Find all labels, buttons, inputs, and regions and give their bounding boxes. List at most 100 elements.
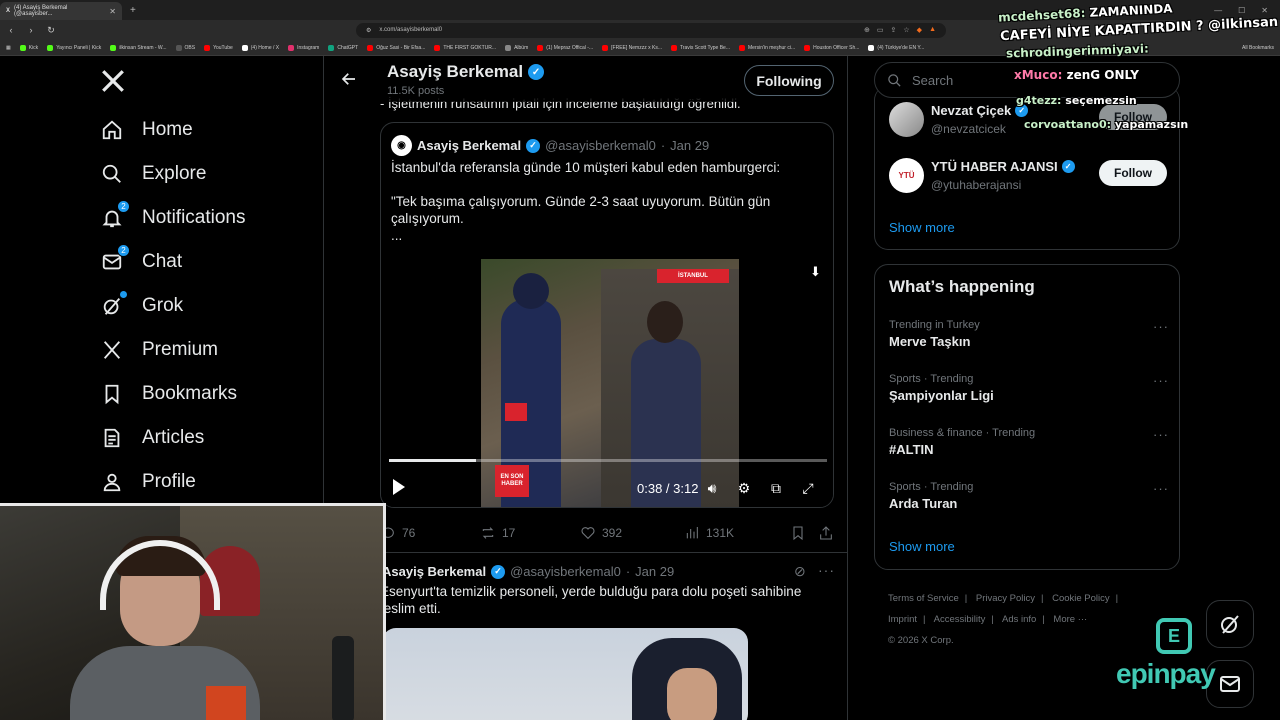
trends-show-more-link[interactable]: Show more	[889, 539, 955, 554]
bookmark-star-icon[interactable]: ☆	[903, 26, 909, 34]
bookmark-favicon-icon	[739, 44, 746, 51]
post-image[interactable]	[382, 628, 748, 720]
back-arrow-icon[interactable]	[340, 70, 358, 93]
bookmark-item[interactable]: Instagram	[288, 44, 319, 51]
share-icon[interactable]: ⇪	[891, 26, 897, 34]
nav-grok[interactable]: Grok	[100, 284, 183, 328]
footer-link[interactable]: Ads info	[1002, 614, 1036, 625]
post-author-name[interactable]: Asayiş Berkemal	[382, 564, 486, 579]
back-icon[interactable]: ‹	[6, 25, 16, 35]
bookmark-item[interactable]: Mersin'in meşhur ci...	[739, 44, 795, 51]
bookmark-item[interactable]: ilkinsan Stream - W...	[110, 44, 167, 51]
url-field[interactable]: ⚙ x.com/asayisberkemal0 ⊕ ▭ ⇪ ☆ ◆ ▲	[356, 22, 946, 38]
avatar[interactable]: YTÜ	[889, 158, 924, 193]
brave-rewards-icon[interactable]: ▲	[929, 26, 936, 34]
nav-home[interactable]: Home	[100, 108, 193, 152]
grok-explain-icon[interactable]: ⊘	[794, 563, 806, 580]
bookmark-item[interactable]: (4) Türkiye'de EN Y...	[868, 44, 924, 51]
picture-in-picture-icon[interactable]: ⧉	[767, 479, 785, 497]
bookmark-item[interactable]: Houston Officer Sh...	[804, 44, 859, 51]
nav-explore[interactable]: Explore	[100, 152, 206, 196]
show-more-link[interactable]: Show more	[889, 220, 955, 235]
fullscreen-icon[interactable]: ⤢	[799, 479, 817, 497]
quoted-post-date[interactable]: Jan 29	[670, 138, 709, 153]
browser-tab-active[interactable]: X (4) Asayiş Berkemal (@asayisber... ✕	[0, 2, 122, 20]
post-date[interactable]: Jan 29	[635, 564, 674, 579]
bookmark-item[interactable]: (1) Mepraz Offical -...	[537, 44, 593, 51]
nav-premium[interactable]: Premium	[100, 328, 218, 372]
bookmark-item[interactable]: Yayıncı Paneli | Kick	[47, 44, 101, 51]
bookmark-item[interactable]: [FREE] Nemzzz x Ks...	[602, 44, 662, 51]
new-tab-icon[interactable]: +	[130, 5, 136, 16]
following-button[interactable]: Following	[744, 65, 834, 96]
footer-link[interactable]: Privacy Policy	[976, 593, 1035, 604]
nav-articles[interactable]: Articles	[100, 416, 204, 460]
more-options-icon[interactable]: ···	[1153, 427, 1169, 442]
bookmark-item[interactable]: Albüm	[505, 44, 528, 51]
bookmark-item[interactable]: YouTube	[204, 44, 233, 51]
trend-item[interactable]: Sports · Trending Arda Turan ···	[889, 481, 1169, 511]
bookmark-item[interactable]: THE FIRST GOKTUR...	[434, 44, 496, 51]
trend-meta: Sports · Trending	[889, 373, 974, 385]
quoted-author-handle[interactable]: @asayisberkemal0	[545, 138, 656, 153]
nav-bookmarks[interactable]: Bookmarks	[100, 372, 237, 416]
like-count: 392	[602, 526, 623, 540]
download-icon[interactable]: ⬇	[810, 264, 821, 280]
chat-user: schrodingerinmiyavi:	[1005, 41, 1149, 61]
follow-suggestion[interactable]: YTÜ YTÜ HABER AJANSI ✓ @ytuhaberajansi F…	[889, 158, 1169, 198]
close-tab-icon[interactable]: ✕	[109, 7, 116, 16]
x-logo-icon[interactable]	[100, 68, 126, 94]
footer-link[interactable]: Accessibility	[934, 614, 986, 625]
views-button[interactable]: 131K	[684, 525, 790, 541]
bookmark-item[interactable]: OBS	[175, 44, 195, 51]
search-icon	[100, 162, 124, 186]
reload-icon[interactable]: ↻	[46, 25, 56, 36]
settings-gear-icon[interactable]: ⚙	[735, 479, 753, 497]
trend-item[interactable]: Sports · Trending Şampiyonlar Ligi ···	[889, 373, 1169, 403]
nav-notifications[interactable]: 2 Notifications	[100, 196, 246, 240]
site-info-icon[interactable]: ⚙	[366, 27, 371, 34]
trend-item[interactable]: Trending in Turkey Merve Taşkın ···	[889, 319, 1169, 349]
zoom-icon[interactable]: ⊕	[864, 26, 870, 34]
brave-shield-icon[interactable]: ◆	[917, 26, 922, 34]
bookmark-item[interactable]: (4) Home / X	[241, 44, 279, 51]
bookmark-favicon-icon	[110, 44, 117, 51]
follow-button[interactable]: Follow	[1099, 160, 1167, 186]
bookmark-post-button[interactable]	[790, 525, 818, 541]
install-icon[interactable]: ▭	[877, 26, 884, 34]
footer-link[interactable]: Cookie Policy	[1052, 593, 1110, 604]
share-post-button[interactable]	[818, 525, 834, 541]
post-author-handle[interactable]: @asayisberkemal0	[510, 564, 621, 579]
forward-icon[interactable]: ›	[26, 25, 36, 35]
apps-grid-icon[interactable]: ▦	[6, 45, 11, 51]
bookmark-item[interactable]: ChatGPT	[328, 44, 358, 51]
more-options-icon[interactable]: ···	[1153, 481, 1169, 496]
footer-link[interactable]: Imprint	[888, 614, 917, 625]
bookmark-item[interactable]: Kick	[19, 44, 38, 51]
footer-link[interactable]: Terms of Service	[888, 593, 959, 604]
repost-button[interactable]: 17	[480, 525, 580, 541]
bookmark-item[interactable]: Oğuz Sasi - Bir Efsa...	[367, 44, 425, 51]
trend-item[interactable]: Business & finance · Trending #ALTIN ···	[889, 427, 1169, 457]
suggestion-name[interactable]: YTÜ HABER AJANSI ✓	[931, 159, 1075, 174]
video-player[interactable]: İSTANBUL EN SON HABER 0:38 / 3:12 🔊︎ ⚙ ⧉…	[381, 251, 833, 507]
bookmark-item[interactable]: Travis Scott Type Be...	[670, 44, 730, 51]
avatar[interactable]	[889, 102, 924, 137]
chat-badge: 2	[117, 244, 130, 257]
grok-dot-badge	[120, 291, 127, 298]
nav-profile[interactable]: Profile	[100, 460, 196, 504]
video-progress-bar[interactable]	[389, 459, 827, 462]
play-icon[interactable]	[393, 479, 405, 495]
footer-more-link[interactable]: More ···	[1053, 614, 1087, 625]
more-options-icon[interactable]: ···	[1153, 319, 1169, 334]
more-options-icon[interactable]: ···	[818, 562, 835, 578]
quoted-post[interactable]: ◉ Asayiş Berkemal ✓ @asayisberkemal0 · J…	[380, 122, 834, 508]
quoted-author-name[interactable]: Asayiş Berkemal	[417, 138, 521, 153]
avatar[interactable]: ◉	[391, 135, 412, 156]
reply-button[interactable]: 76	[380, 525, 480, 541]
tab-title: (4) Asayiş Berkemal (@asayisber...	[14, 5, 68, 17]
volume-icon[interactable]: 🔊︎	[703, 479, 721, 497]
like-button[interactable]: 392	[580, 525, 684, 541]
more-options-icon[interactable]: ···	[1153, 373, 1169, 388]
nav-chat[interactable]: 2 Chat	[100, 240, 182, 284]
